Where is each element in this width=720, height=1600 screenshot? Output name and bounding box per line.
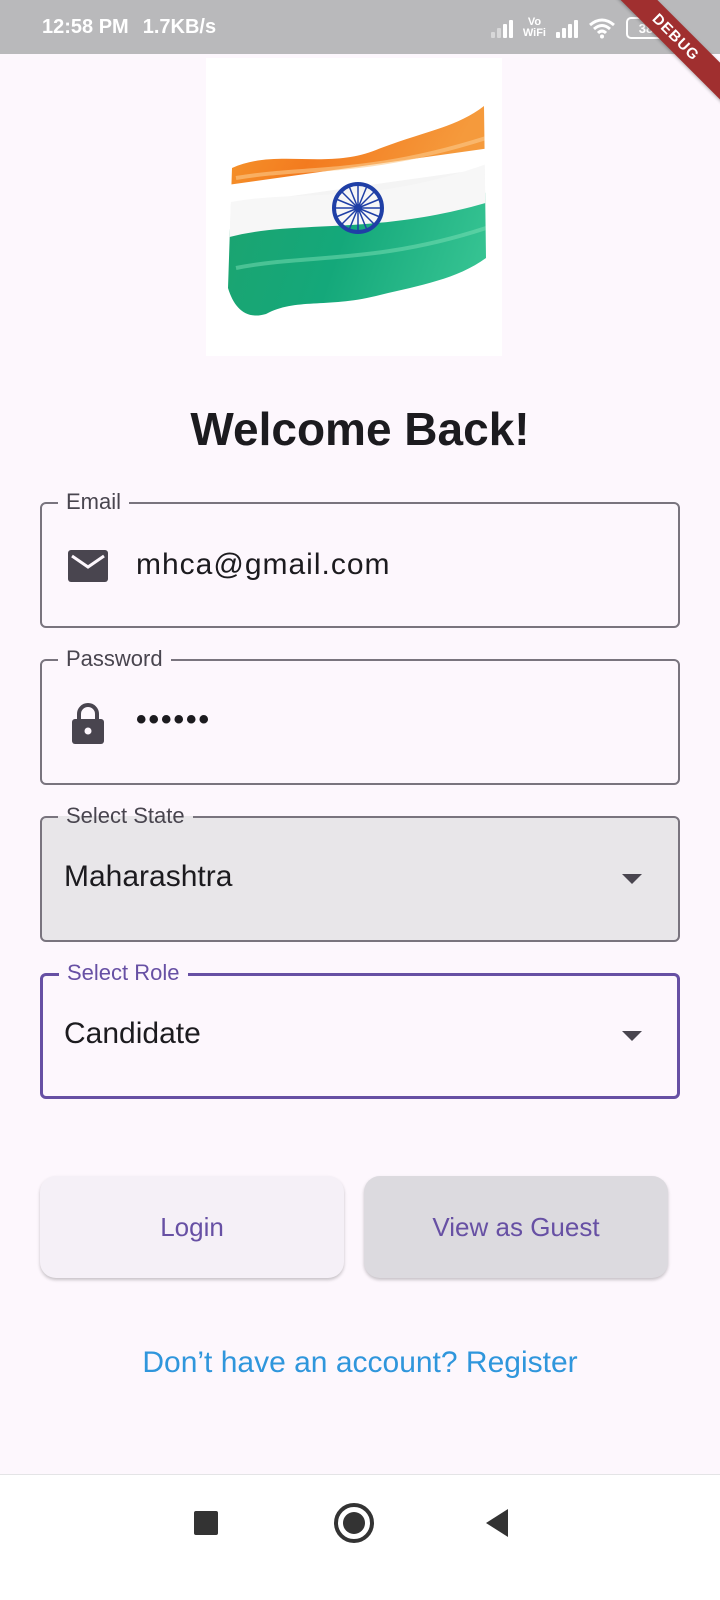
email-label: Email xyxy=(58,488,130,516)
lock-icon xyxy=(68,703,108,744)
navigation-bar xyxy=(0,1474,720,1600)
state-label: Select State xyxy=(58,802,193,830)
india-flag-image xyxy=(206,58,502,356)
role-label: Select Role xyxy=(59,959,188,987)
page-title: Welcome Back! xyxy=(190,403,530,455)
recent-apps-icon[interactable] xyxy=(194,1511,218,1535)
dropdown-arrow-icon[interactable] xyxy=(622,1031,642,1041)
role-dropdown[interactable]: Select Role Candidate xyxy=(40,959,680,1099)
login-button[interactable]: Login xyxy=(40,1176,344,1278)
signal-icon-2 xyxy=(556,18,578,38)
home-icon[interactable] xyxy=(334,1503,374,1543)
ashoka-chakra-icon xyxy=(332,182,384,234)
status-bar: 12:58 PM 1.7KB/s Vo WiFi 38 xyxy=(0,0,720,54)
view-as-guest-button[interactable]: View as Guest xyxy=(364,1176,668,1278)
signal-icon xyxy=(490,18,513,38)
status-time: 12:58 PM xyxy=(42,15,129,38)
state-selected-value: Maharashtra xyxy=(64,860,233,893)
email-input[interactable]: mhca@gmail.com xyxy=(136,548,391,582)
email-field[interactable]: Email mhca@gmail.com xyxy=(40,488,680,628)
vowifi-icon: Vo WiFi xyxy=(522,16,546,39)
mail-icon xyxy=(68,548,108,584)
status-net-speed: 1.7KB/s xyxy=(142,15,217,38)
password-input[interactable]: •••••• xyxy=(136,703,211,737)
role-selected-value: Candidate xyxy=(64,1017,201,1050)
dropdown-arrow-icon[interactable] xyxy=(622,874,642,884)
wifi-icon xyxy=(589,18,615,39)
state-dropdown[interactable]: Select State Maharashtra xyxy=(40,802,680,942)
password-label: Password xyxy=(58,645,171,673)
register-link[interactable]: Don’t have an account? Register xyxy=(0,1346,720,1380)
password-field[interactable]: Password •••••• xyxy=(40,645,680,785)
back-icon[interactable] xyxy=(486,1509,508,1537)
